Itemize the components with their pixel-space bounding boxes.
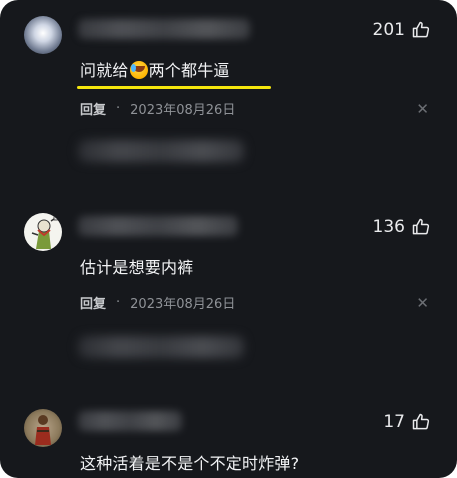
username-blurred[interactable] <box>78 19 250 39</box>
avatar[interactable] <box>24 409 62 447</box>
thumbs-up-icon <box>412 21 430 38</box>
like-button[interactable]: 201 <box>373 20 431 40</box>
close-icon[interactable]: ✕ <box>416 100 429 118</box>
comment-text-part: 两个都牛逼 <box>148 61 230 80</box>
comment-meta: 回复 · 2023年08月26日 <box>80 293 235 312</box>
thumbs-up-icon <box>412 218 430 235</box>
comment-panel: 201 问就给 两个都牛逼 回复 · 2023年08月26日 ✕ 136 估计是… <box>0 0 457 478</box>
comment-meta: 回复 · 2023年08月26日 <box>80 99 235 118</box>
like-count: 201 <box>372 20 405 40</box>
like-button[interactable]: 136 <box>373 217 431 237</box>
thumbs-up-icon <box>412 413 430 430</box>
username-blurred[interactable] <box>78 216 238 236</box>
comment-date: 2023年08月26日 <box>130 297 236 312</box>
like-button[interactable]: 17 <box>383 412 431 432</box>
avatar[interactable] <box>24 16 62 54</box>
figure-avatar-icon <box>35 415 51 445</box>
comment-text: 问就给 两个都牛逼 <box>80 57 230 81</box>
highlight-underline <box>77 86 271 89</box>
avatar[interactable] <box>24 213 62 251</box>
cartoon-avatar-icon <box>31 214 61 249</box>
reply-button[interactable]: 回复 <box>80 99 106 118</box>
meta-separator: · <box>116 101 121 116</box>
comment-text: 这种活着是不是个不定时炸弹? <box>80 454 300 473</box>
close-icon[interactable]: ✕ <box>416 294 429 312</box>
reply-button[interactable]: 回复 <box>80 293 106 312</box>
like-count: 17 <box>383 412 405 432</box>
comment-text: 估计是想要内裤 <box>80 258 194 277</box>
reply-preview-blurred[interactable] <box>78 140 244 162</box>
reply-preview-blurred[interactable] <box>78 336 244 358</box>
like-count: 136 <box>372 217 405 237</box>
crying-laughing-emoji-icon <box>129 61 148 79</box>
meta-separator: · <box>116 295 121 310</box>
username-blurred[interactable] <box>78 411 182 431</box>
comment-date: 2023年08月26日 <box>130 103 236 118</box>
comment-text-part: 问就给 <box>80 61 129 80</box>
